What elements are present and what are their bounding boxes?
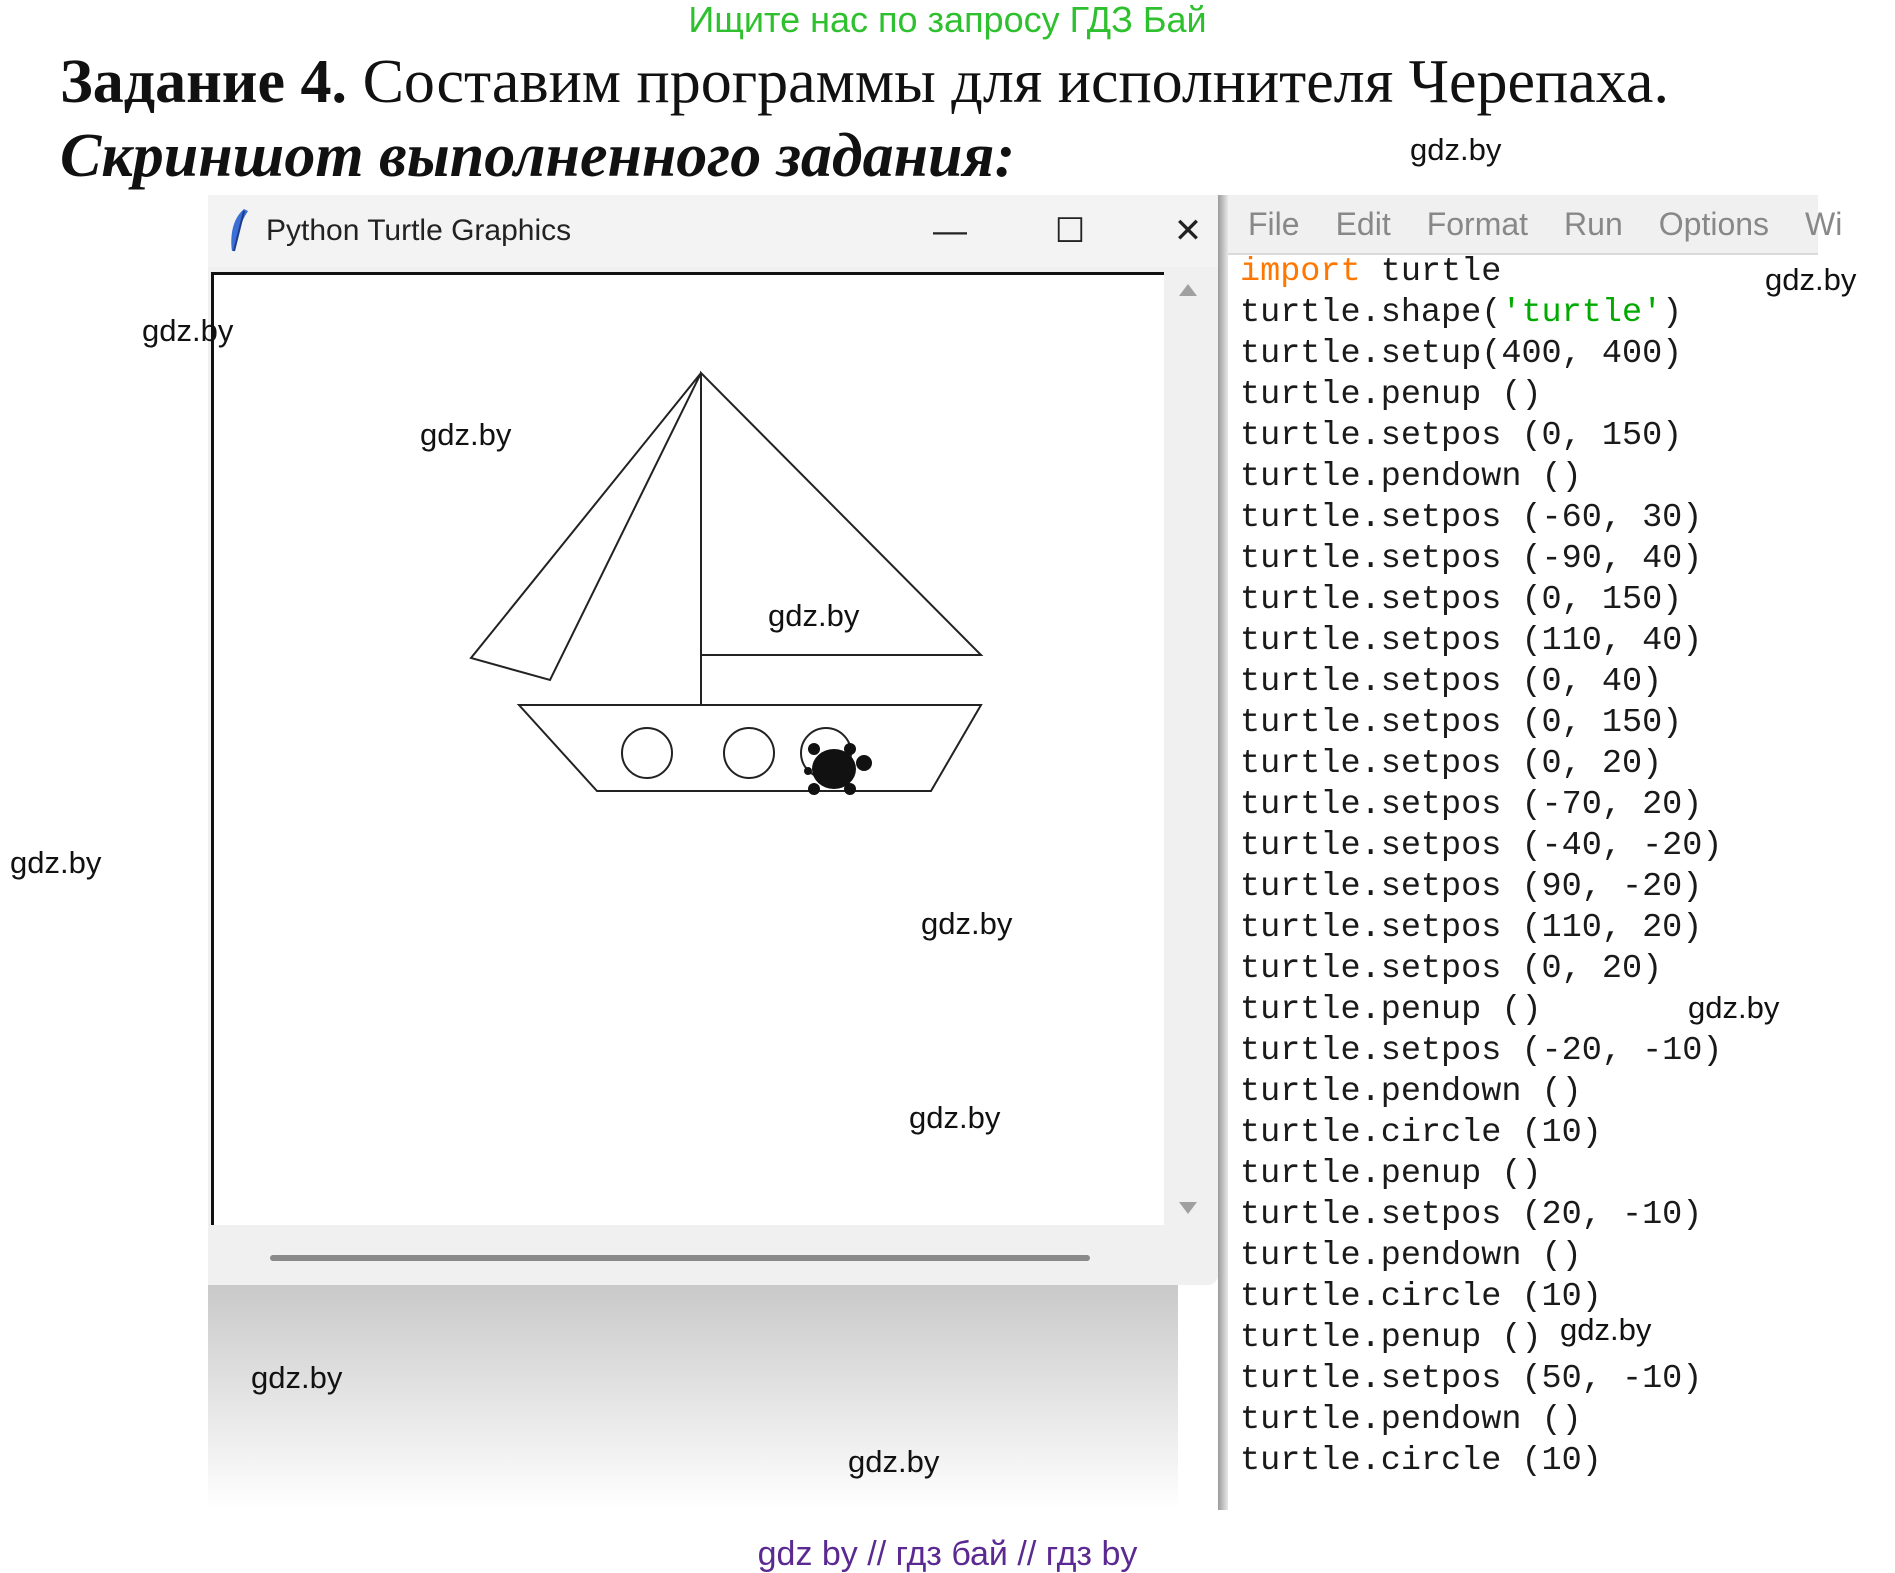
- task-number: Задание 4.: [60, 48, 348, 116]
- code-line[interactable]: turtle.setpos (-90, 40): [1240, 539, 1722, 580]
- code-line[interactable]: turtle.setpos (0, 20): [1240, 744, 1722, 785]
- window-titlebar[interactable]: Python Turtle Graphics — ☐ ✕: [208, 195, 1218, 267]
- code-line[interactable]: turtle.circle (10): [1240, 1441, 1722, 1482]
- maximize-button[interactable]: ☐: [1040, 205, 1100, 257]
- vertical-scrollbar[interactable]: [1173, 272, 1203, 1227]
- code-line[interactable]: turtle.setpos (-40, -20): [1240, 826, 1722, 867]
- code-line[interactable]: turtle.penup (): [1240, 1154, 1722, 1195]
- code-line[interactable]: turtle.pendown (): [1240, 1072, 1722, 1113]
- code-text[interactable]: import turtle turtle.shape('turtle') turtl…: [1240, 252, 1722, 1482]
- footer-banner: gdz by // гдз бай // гдз by: [757, 1535, 1138, 1573]
- editor-menubar: File Edit Format Run Options Wi: [1228, 195, 1842, 255]
- horizontal-scroll-thumb[interactable]: [270, 1255, 1090, 1261]
- watermark: gdz.by: [1765, 262, 1857, 297]
- code-line[interactable]: turtle.setpos (-70, 20): [1240, 785, 1722, 826]
- code-line[interactable]: turtle.setpos (0, 150): [1240, 416, 1722, 457]
- code-line[interactable]: turtle.setpos (0, 40): [1240, 662, 1722, 703]
- watermark: gdz.by: [768, 598, 860, 633]
- window-title: Python Turtle Graphics: [266, 214, 572, 247]
- watermark: gdz.by: [1560, 1312, 1652, 1347]
- menu-file[interactable]: File: [1248, 206, 1300, 243]
- minimize-button[interactable]: —: [920, 205, 980, 257]
- turtle-canvas: [211, 272, 1164, 1225]
- task-title: Задание 4. Составим программы для исполн…: [60, 44, 1669, 120]
- porthole-2: [723, 727, 775, 779]
- turtle-cursor-icon: [804, 743, 872, 795]
- code-line[interactable]: turtle.pendown (): [1240, 457, 1722, 498]
- watermark: gdz.by: [10, 845, 102, 880]
- watermark: gdz.by: [848, 1444, 940, 1479]
- close-button[interactable]: ✕: [1158, 205, 1218, 257]
- watermark: gdz.by: [251, 1360, 343, 1395]
- menu-run[interactable]: Run: [1564, 206, 1623, 243]
- watermark: gdz.by: [921, 906, 1013, 941]
- code-line[interactable]: turtle.setup(400, 400): [1240, 334, 1722, 375]
- menu-options[interactable]: Options: [1659, 206, 1769, 243]
- turtle-window: Python Turtle Graphics — ☐ ✕: [208, 195, 1218, 1285]
- code-line[interactable]: turtle.setpos (0, 150): [1240, 703, 1722, 744]
- code-line[interactable]: turtle.penup (): [1240, 990, 1722, 1031]
- watermark: gdz.by: [909, 1100, 1001, 1135]
- menu-window[interactable]: Wi: [1805, 206, 1842, 243]
- watermark: gdz.by: [1688, 990, 1780, 1025]
- scroll-arrows: [1179, 284, 1197, 1214]
- porthole-1: [621, 727, 673, 779]
- code-line[interactable]: turtle.setpos (110, 20): [1240, 908, 1722, 949]
- menu-edit[interactable]: Edit: [1336, 206, 1391, 243]
- code-line[interactable]: turtle.setpos (0, 150): [1240, 580, 1722, 621]
- code-line[interactable]: turtle.circle (10): [1240, 1113, 1722, 1154]
- code-line[interactable]: turtle.setpos (90, -20): [1240, 867, 1722, 908]
- code-line[interactable]: turtle.setpos (-20, -10): [1240, 1031, 1722, 1072]
- boat-drawing: [469, 370, 984, 795]
- watermark: gdz.by: [142, 313, 234, 348]
- code-line[interactable]: turtle.penup (): [1240, 375, 1722, 416]
- top-banner: Ищите нас по запросу ГДЗ Бай: [688, 0, 1207, 40]
- code-line[interactable]: turtle.setpos (0, 20): [1240, 949, 1722, 990]
- editor-edge: [1218, 195, 1228, 1510]
- menu-format[interactable]: Format: [1427, 206, 1528, 243]
- task-subtitle: Скриншот выполненного задания:: [60, 122, 1016, 190]
- code-line[interactable]: turtle.shape('turtle'): [1240, 293, 1722, 334]
- code-line[interactable]: turtle.pendown (): [1240, 1236, 1722, 1277]
- watermark: gdz.by: [420, 417, 512, 452]
- code-line[interactable]: import turtle: [1240, 252, 1722, 293]
- feather-icon: [231, 209, 248, 252]
- code-line[interactable]: turtle.setpos (20, -10): [1240, 1195, 1722, 1236]
- code-line[interactable]: turtle.setpos (50, -10): [1240, 1359, 1722, 1400]
- code-line[interactable]: turtle.setpos (-60, 30): [1240, 498, 1722, 539]
- task-text: Составим программы для исполнителя Череп…: [347, 48, 1669, 116]
- code-line[interactable]: turtle.pendown (): [1240, 1400, 1722, 1441]
- code-line[interactable]: turtle.setpos (110, 40): [1240, 621, 1722, 662]
- window-shadow: [208, 1285, 1178, 1510]
- watermark: gdz.by: [1410, 132, 1502, 167]
